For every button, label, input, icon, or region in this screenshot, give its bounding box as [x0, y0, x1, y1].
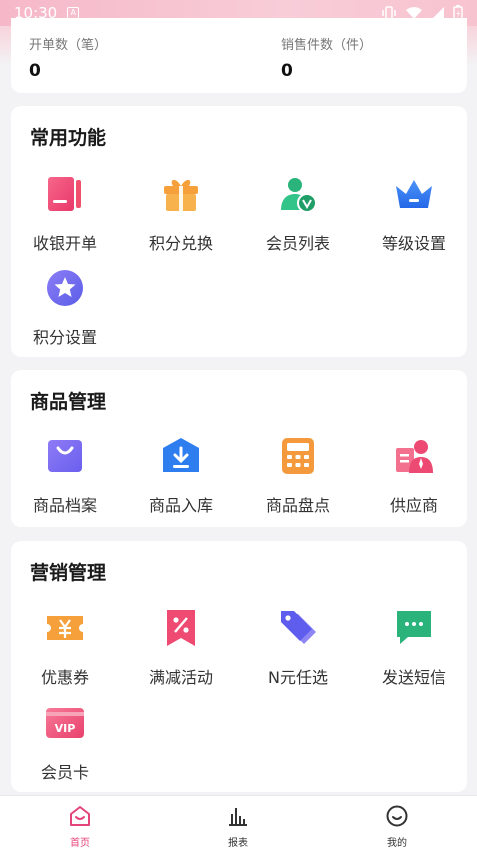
sales-label: 销售件数（件）: [281, 38, 373, 53]
tab-home-label: 首页: [70, 838, 90, 849]
goods-inventory-label: 商品盘点: [265, 496, 330, 515]
member-card-label: 会员卡: [40, 763, 89, 782]
crown-icon: [392, 172, 436, 216]
calculator-icon: [276, 434, 320, 478]
level-settings-label: 等级设置: [381, 234, 446, 253]
points-exchange-label: 积分兑换: [148, 234, 213, 253]
message-icon: [392, 606, 436, 650]
cashier-order-button[interactable]: 收银开单: [10, 172, 120, 254]
vip-card-icon: VIP: [43, 701, 87, 745]
coupon-label: 优惠券: [40, 668, 89, 687]
discount-activity-button[interactable]: 满减活动: [126, 606, 236, 688]
smile-icon: [386, 805, 408, 827]
goods-management-title: 商品管理: [30, 391, 107, 413]
coupon-icon: [43, 606, 87, 650]
send-sms-button[interactable]: 发送短信: [359, 606, 469, 688]
star-icon: [43, 266, 87, 310]
common-functions-title: 常用功能: [30, 127, 107, 149]
goods-archive-button[interactable]: 商品档案: [10, 434, 120, 516]
tab-reports[interactable]: 报表: [198, 804, 278, 849]
goods-stockin-button[interactable]: 商品入库: [126, 434, 236, 516]
goods-management-card: 商品管理 商品档案 商品入库 商品盘点 供应商: [11, 370, 467, 527]
coupon-button[interactable]: 优惠券: [10, 606, 120, 688]
n-yuan-pick-button[interactable]: N元任选: [243, 606, 353, 688]
member-list-label: 会员列表: [265, 234, 330, 253]
member-icon: [276, 172, 320, 216]
sales-value: 0: [281, 61, 293, 81]
member-list-button[interactable]: 会员列表: [243, 172, 353, 254]
bar-chart-icon: [229, 808, 247, 826]
gift-icon: [159, 172, 203, 216]
send-sms-label: 发送短信: [381, 668, 446, 687]
points-settings-button[interactable]: 积分设置: [10, 266, 120, 348]
shopping-bag-icon: [43, 434, 87, 478]
tab-mine-label: 我的: [387, 838, 407, 849]
cashier-icon: [43, 172, 87, 216]
orders-stat: 开单数（笔） 0: [29, 34, 107, 81]
n-yuan-pick-label: N元任选: [268, 668, 328, 687]
supplier-icon: [392, 434, 436, 478]
download-box-icon: [159, 434, 203, 478]
home-icon: [70, 806, 90, 826]
supplier-button[interactable]: 供应商: [359, 434, 469, 516]
points-settings-label: 积分设置: [32, 328, 97, 347]
goods-inventory-button[interactable]: 商品盘点: [243, 434, 353, 516]
tab-reports-label: 报表: [228, 838, 248, 849]
common-functions-card: 常用功能 收银开单 积分兑换 会员列表 等级设置 积分设置: [11, 106, 467, 357]
tab-home[interactable]: 首页: [40, 804, 120, 849]
marketing-management-card: 营销管理 优惠券 满减活动 N元任选 发送短信 VIP 会员卡: [11, 541, 467, 792]
goods-archive-label: 商品档案: [32, 496, 97, 515]
discount-activity-label: 满减活动: [148, 668, 213, 687]
price-tags-icon: [276, 606, 320, 650]
marketing-management-title: 营销管理: [30, 562, 107, 584]
member-card-button[interactable]: VIP 会员卡: [10, 701, 120, 783]
stats-card: 开单数（笔） 0 销售件数（件） 0: [11, 18, 467, 93]
cashier-order-label: 收银开单: [32, 234, 97, 253]
sales-stat: 销售件数（件） 0: [281, 34, 372, 81]
percent-tag-icon: [159, 606, 203, 650]
orders-label: 开单数（笔）: [29, 38, 108, 53]
supplier-label: 供应商: [389, 496, 438, 515]
goods-stockin-label: 商品入库: [148, 496, 213, 515]
tab-mine[interactable]: 我的: [357, 804, 437, 849]
svg-text:VIP: VIP: [55, 722, 76, 735]
level-settings-button[interactable]: 等级设置: [359, 172, 469, 254]
points-exchange-button[interactable]: 积分兑换: [126, 172, 236, 254]
orders-value: 0: [29, 61, 41, 81]
bottom-tab-bar: 首页 报表 我的: [0, 795, 477, 849]
